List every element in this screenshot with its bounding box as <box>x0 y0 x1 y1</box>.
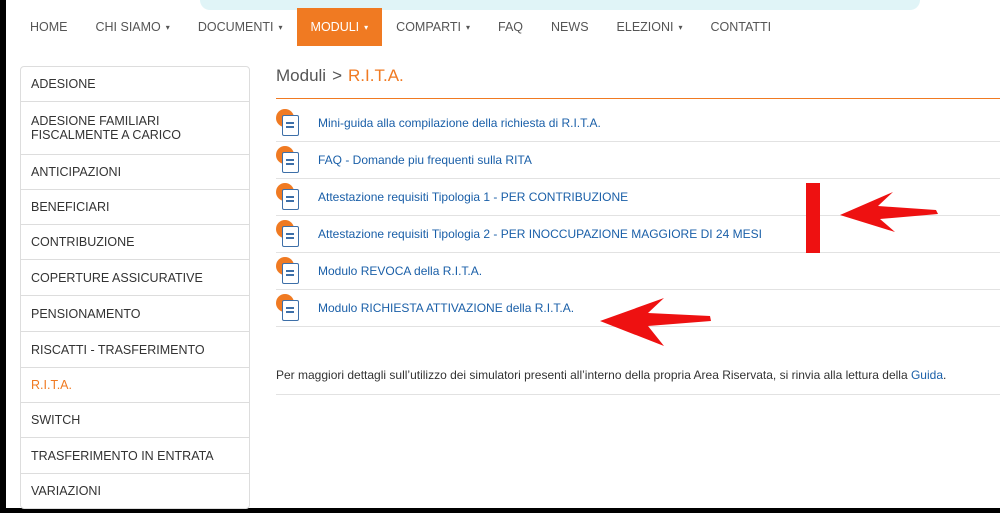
annotation-arrow-icon <box>840 192 938 232</box>
annotation-arrow-icon <box>600 298 711 346</box>
annotation-bar <box>806 183 820 253</box>
page: HOME CHI SIAMO ▾ DOCUMENTI ▾ MODULI ▾ COMPA… <box>0 0 1000 513</box>
annotation-layer <box>600 183 938 346</box>
